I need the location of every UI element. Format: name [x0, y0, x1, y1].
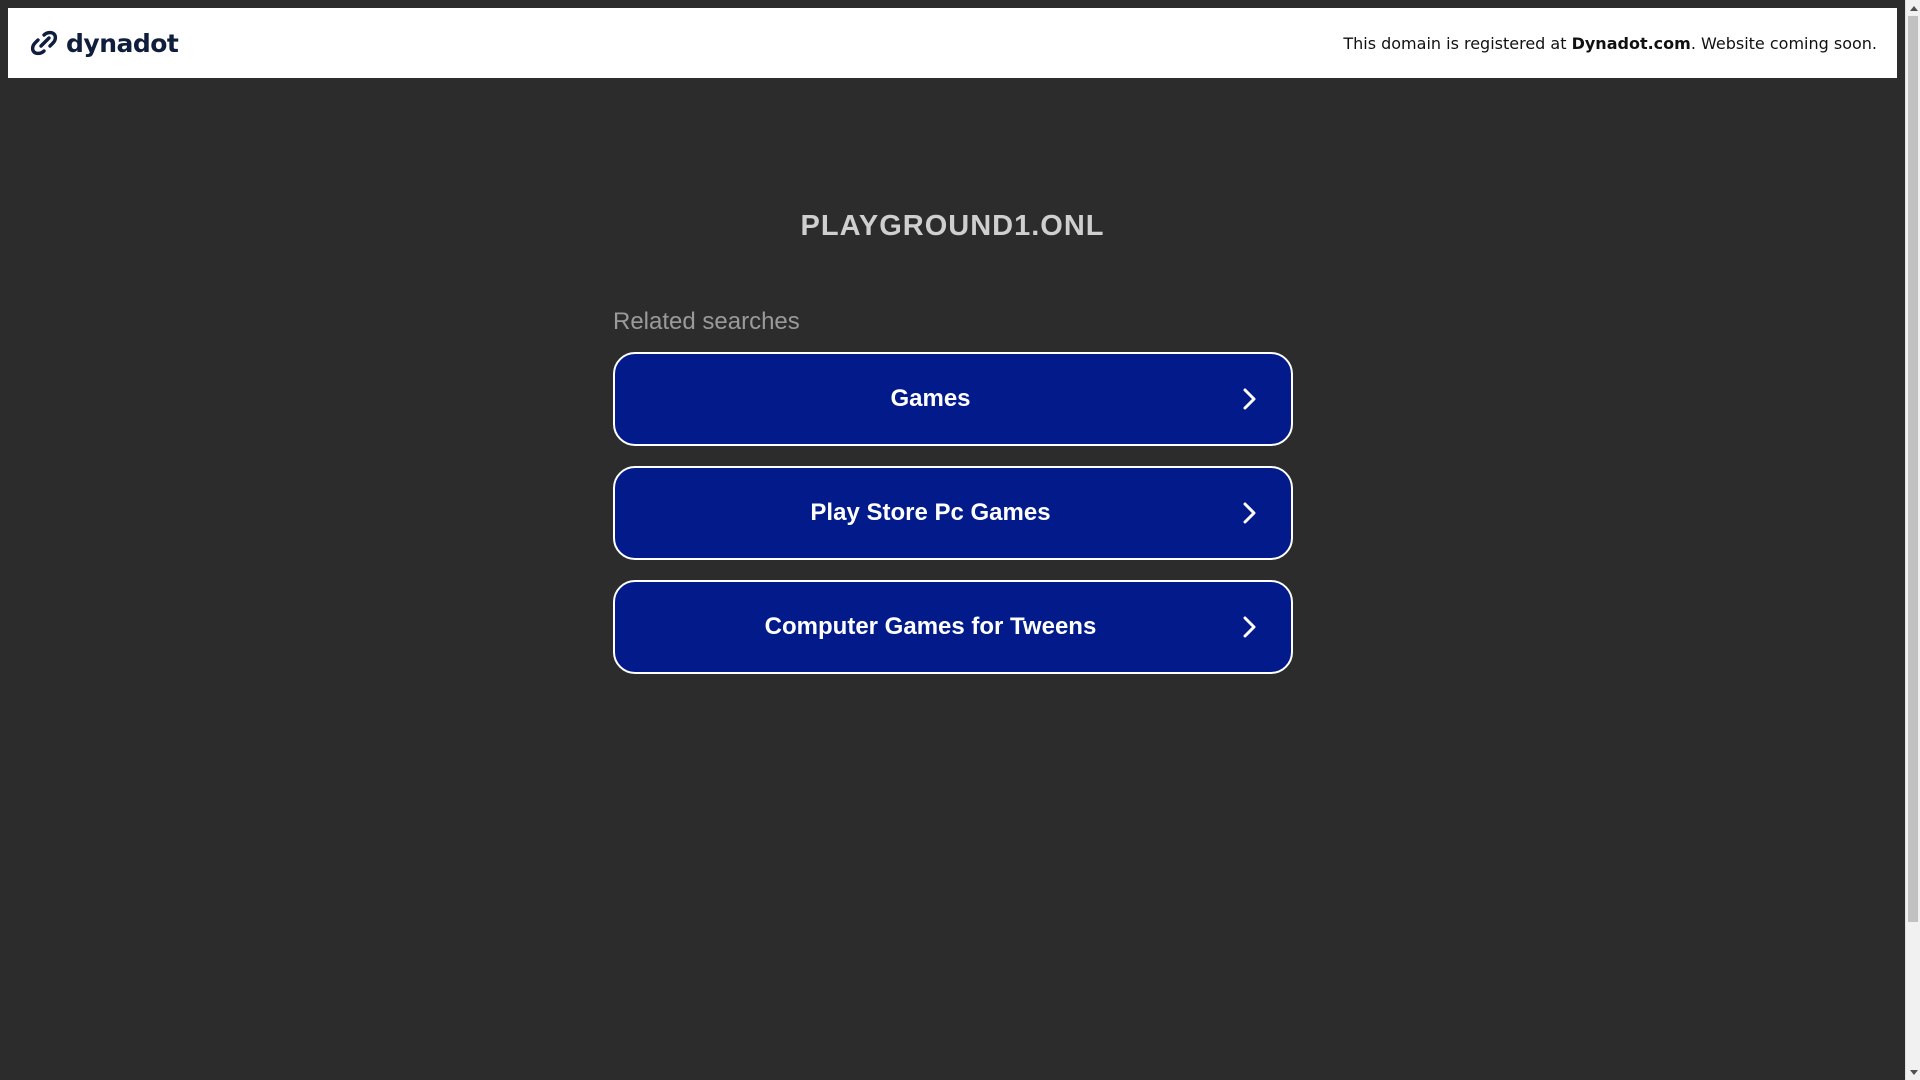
notice-prefix: This domain is registered at — [1343, 33, 1572, 53]
result-label: Computer Games for Tweens — [764, 613, 1097, 640]
chevron-right-icon — [1243, 388, 1256, 410]
registration-notice: This domain is registered at Dynadot.com… — [1343, 34, 1877, 53]
logo-text: dynadot — [66, 28, 179, 58]
chevron-right-icon — [1243, 616, 1256, 638]
page-viewport: dynadot This domain is registered at Dyn… — [0, 0, 1905, 1080]
search-result-play-store-pc-games[interactable]: Play Store Pc Games — [613, 466, 1293, 560]
search-result-computer-games-for-tweens[interactable]: Computer Games for Tweens — [613, 580, 1293, 674]
related-searches-heading: Related searches — [613, 308, 800, 335]
top-bar: dynadot This domain is registered at Dyn… — [8, 8, 1897, 78]
chevron-right-icon — [1243, 502, 1256, 524]
registrar-name: Dynadot.com — [1571, 33, 1691, 53]
related-searches-list: Games Play Store Pc Games Computer Games… — [613, 352, 1293, 694]
dynadot-logo-link[interactable]: dynadot — [28, 27, 179, 59]
scroll-up-icon[interactable] — [1906, 0, 1920, 15]
result-label: Play Store Pc Games — [810, 499, 1051, 526]
notice-suffix: . Website coming soon. — [1690, 33, 1877, 53]
dynadot-link-icon — [30, 30, 58, 56]
scroll-down-icon[interactable] — [1906, 1065, 1920, 1080]
domain-title: PLAYGROUND1.ONL — [800, 210, 1105, 242]
result-label: Games — [890, 385, 971, 412]
vertical-scrollbar[interactable] — [1905, 0, 1920, 1080]
scrollbar-thumb[interactable] — [1908, 16, 1918, 922]
search-result-games[interactable]: Games — [613, 352, 1293, 446]
